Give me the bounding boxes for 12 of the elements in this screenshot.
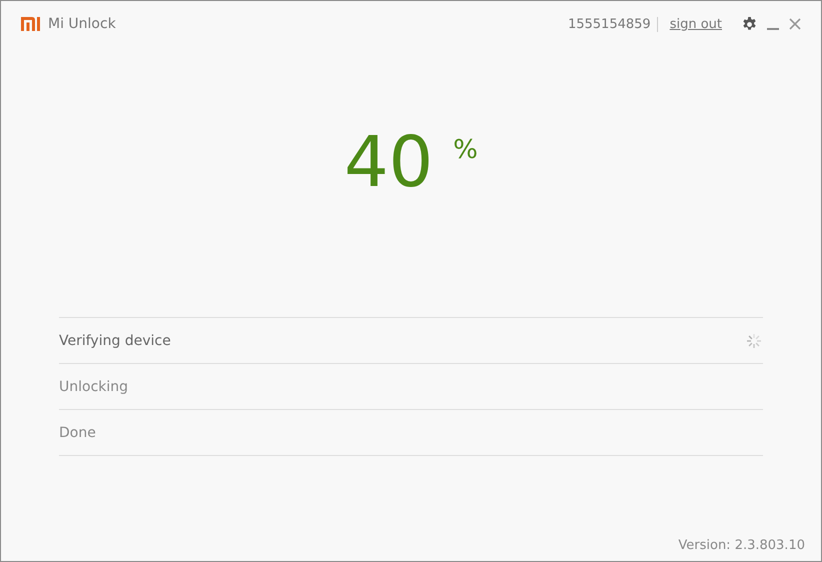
settings-icon[interactable] bbox=[742, 16, 757, 32]
mi-logo-icon bbox=[21, 17, 41, 31]
step-label: Verifying device bbox=[59, 332, 171, 348]
step-label: Unlocking bbox=[59, 378, 128, 394]
version-label: Version: 2.3.803.10 bbox=[678, 538, 805, 553]
account-number: 1555154859 bbox=[568, 16, 658, 32]
step-label: Done bbox=[59, 424, 96, 440]
window-title: Mi Unlock bbox=[48, 16, 116, 32]
progress-percent: 40 bbox=[344, 127, 434, 197]
percent-sign: % bbox=[453, 135, 478, 165]
sign-out-link[interactable]: sign out bbox=[670, 16, 722, 32]
close-icon[interactable] bbox=[789, 18, 801, 30]
